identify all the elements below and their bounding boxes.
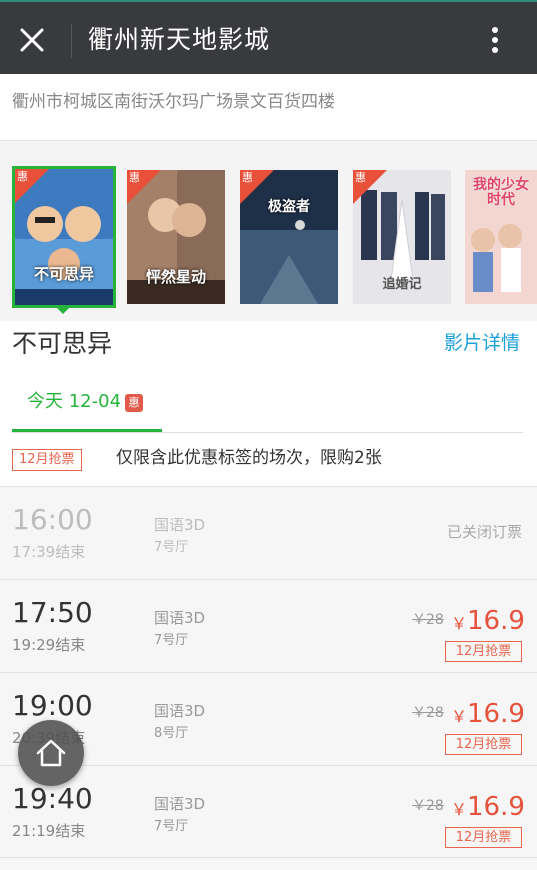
- poster-title: 追婚记: [382, 277, 422, 292]
- more-menu-button[interactable]: [480, 22, 510, 58]
- currency-symbol: ￥: [451, 800, 468, 819]
- cinema-address: 衢州市柯城区南街沃尔玛广场景文百货四楼: [12, 92, 335, 112]
- tab-today[interactable]: 今天 12-04 惠: [12, 384, 162, 432]
- price-value: 16.9: [467, 699, 525, 729]
- poster-title: 不可思异: [33, 265, 94, 283]
- hall-number: 7号厅: [154, 633, 189, 648]
- showtime-row: 16:00 17:39结束 国语3D 7号厅 已关闭订票: [0, 486, 537, 579]
- promo-tag: 12月抢票: [12, 449, 82, 471]
- close-button[interactable]: [14, 22, 50, 58]
- end-time: 21:19结束: [12, 822, 86, 840]
- currency-symbol: ￥: [451, 614, 468, 633]
- poster-title: 怦然星动: [145, 268, 206, 286]
- original-price: ￥28: [412, 798, 444, 814]
- hall-number: 7号厅: [154, 540, 189, 555]
- language-format: 国语3D: [154, 609, 206, 627]
- booking-closed-label: 已关闭订票: [446, 523, 522, 541]
- end-time: 17:39结束: [12, 543, 86, 561]
- hall-number: 7号厅: [154, 819, 189, 834]
- poster-item-2[interactable]: 惠 极盗者: [240, 170, 338, 304]
- end-time: 19:29结束: [12, 636, 86, 654]
- poster-title: 极盗者: [268, 199, 310, 215]
- poster-item-4[interactable]: 我的少女时代: [465, 170, 537, 304]
- current-price: ￥16.9: [451, 604, 525, 641]
- original-price: ￥28: [412, 705, 444, 721]
- start-time: 19:00: [12, 689, 93, 722]
- start-time: 17:50: [12, 596, 93, 629]
- promo-tag: 12月抢票: [445, 734, 522, 755]
- price-value: 16.9: [467, 606, 525, 636]
- poster-item-3[interactable]: 惠 追婚记: [353, 170, 451, 304]
- more-vertical-icon: [492, 27, 498, 53]
- title-separator: [71, 24, 72, 58]
- price-value: 16.9: [467, 792, 525, 822]
- promo-ribbon-label: 惠: [129, 171, 140, 184]
- start-time: 16:00: [12, 503, 93, 536]
- currency-symbol: ￥: [451, 707, 468, 726]
- promo-ribbon-label: 惠: [355, 171, 366, 184]
- promo-text: 仅限含此优惠标签的场次，限购2张: [116, 448, 382, 468]
- poster-item-0[interactable]: 惠 不可思异: [12, 166, 116, 308]
- movie-title: 不可思异: [12, 329, 113, 358]
- start-time: 19:40: [12, 782, 93, 815]
- app-titlebar: 衢州新天地影城: [0, 0, 537, 74]
- home-button[interactable]: [18, 720, 84, 786]
- language-format: 国语3D: [154, 795, 206, 813]
- hall-number: 8号厅: [154, 726, 189, 741]
- language-format: 国语3D: [154, 702, 206, 720]
- close-icon: [20, 28, 44, 52]
- showtime-row[interactable]: 17:50 19:29结束 国语3D 7号厅 ￥28 ￥16.9 12月抢票: [0, 579, 537, 672]
- current-price: ￥16.9: [451, 697, 525, 734]
- promo-tag: 12月抢票: [445, 827, 522, 848]
- home-icon: [36, 739, 66, 767]
- poster-item-1[interactable]: 惠 怦然星动: [127, 170, 225, 304]
- current-price: ￥16.9: [451, 790, 525, 827]
- movie-detail-link[interactable]: 影片详情: [444, 328, 520, 358]
- page-title: 衢州新天地影城: [88, 25, 271, 54]
- language-format: 国语3D: [154, 516, 206, 534]
- original-price: ￥28: [412, 612, 444, 628]
- selected-indicator: [55, 306, 71, 314]
- promo-ribbon-label: 惠: [242, 171, 253, 184]
- poster-title: 我的少女时代: [473, 177, 529, 208]
- tab-divider: [12, 432, 523, 433]
- promo-tag: 12月抢票: [445, 641, 522, 662]
- promo-ribbon-label: 惠: [17, 170, 28, 183]
- discount-badge: 惠: [125, 394, 143, 412]
- tab-today-label: 今天 12-04: [27, 391, 122, 412]
